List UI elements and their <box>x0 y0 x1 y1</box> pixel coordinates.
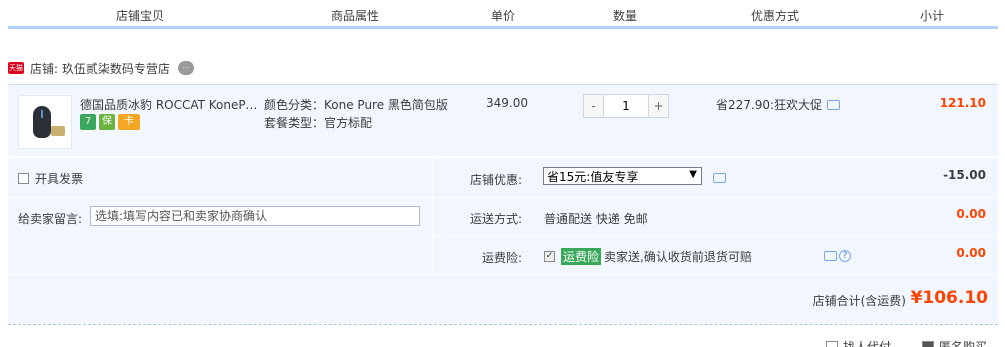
col-unit-price: 单价 <box>490 9 515 23</box>
invoice-label: 开具发票 <box>35 172 84 186</box>
seller-message-input[interactable]: 选填:填写内容已和卖家协商确认 <box>90 206 420 226</box>
shop-row: 天猫 店铺: 玖伍贰柒数码专营店 ··· <box>8 58 194 78</box>
row-divider <box>432 235 998 236</box>
unit-price: 349.00 <box>486 96 528 110</box>
tmall-badge-icon: 天猫 <box>8 62 24 74</box>
promotion: 省227.90:狂欢大促 <box>716 96 841 113</box>
dropdown-arrow-icon: ▼ <box>689 169 697 180</box>
promo-comment-icon[interactable] <box>827 99 841 110</box>
shop-discount-amount: -15.00 <box>943 168 986 182</box>
message-label: 给卖家留言: <box>18 212 83 226</box>
shipping-amount: 0.00 <box>956 207 986 221</box>
shop-total-amount: ¥106.10 <box>910 288 988 308</box>
order-options: 开具发票 给卖家留言: 选填:填写内容已和卖家协商确认 店铺优惠: 省15元:值… <box>8 158 998 274</box>
invoice-option[interactable]: 开具发票 <box>18 170 83 187</box>
col-quantity: 数量 <box>612 9 637 23</box>
insurance-amount: 0.00 <box>956 246 986 260</box>
shop-name[interactable]: 店铺: 玖伍贰柒数码专营店 <box>30 60 170 77</box>
shop-total-row: 店铺合计(含运费) ¥106.10 <box>8 275 998 323</box>
dashed-divider <box>8 324 998 325</box>
shop-discount-select[interactable]: 省15元:值友专享 ▼ <box>543 167 702 185</box>
col-shop-item: 店铺宝贝 <box>115 9 164 23</box>
attr-color: 颜色分类：Kone Pure 黑色简包版 <box>264 98 448 112</box>
col-attributes: 商品属性 <box>330 9 379 23</box>
shipping-method: 普通配送 快递 免邮 <box>544 212 648 226</box>
col-discount: 优惠方式 <box>750 9 799 23</box>
promotion-text: 省227.90:狂欢大促 <box>716 98 823 112</box>
anonymous-option[interactable]: 匿名购买 <box>922 338 987 347</box>
discount-comment-icon[interactable] <box>713 173 726 183</box>
accessory-image-icon <box>51 126 65 136</box>
insurance-checkbox[interactable]: ✓ <box>544 251 555 262</box>
insurance-comment-icon[interactable] <box>824 251 837 261</box>
column-header: 店铺宝贝 商品属性 单价 数量 优惠方式 小计 <box>0 0 1005 28</box>
warranty-icon[interactable]: 保 <box>99 114 115 130</box>
seven-day-return-icon[interactable]: 7 <box>80 114 96 130</box>
cart-item-row: 德国品质冰豹 ROCCAT KonePure 游戏鼠标 7 保 卡 颜色分类：K… <box>8 84 998 156</box>
insurance-text: 卖家送,确认收货前退货可赔 <box>604 250 752 264</box>
anonymous-label: 匿名购买 <box>939 340 988 347</box>
product-title[interactable]: 德国品质冰豹 ROCCAT KonePure 游戏鼠标 <box>80 96 265 113</box>
shop-discount-label: 店铺优惠: <box>469 173 522 187</box>
anonymous-checkbox[interactable] <box>922 340 934 347</box>
shipping-label: 运送方式: <box>469 212 522 226</box>
credit-card-icon[interactable]: 卡 <box>118 114 140 130</box>
product-thumbnail[interactable] <box>18 95 72 149</box>
insurance-option: ✓ 运费险 卖家送,确认收货前退货可赔 <box>544 248 752 265</box>
attr-package: 套餐类型：官方标配 <box>264 116 373 130</box>
insurance-label: 运费险: <box>481 251 522 265</box>
shop-discount-value: 省15元:值友专享 <box>547 169 639 184</box>
invoice-checkbox[interactable] <box>18 173 29 184</box>
qty-plus-button[interactable]: + <box>648 94 669 118</box>
service-icons: 7 保 卡 <box>80 114 143 130</box>
options-divider <box>432 158 433 274</box>
item-subtotal: 121.10 <box>939 96 986 110</box>
col-subtotal: 小计 <box>919 9 944 23</box>
header-divider <box>8 26 998 29</box>
insurance-tag: 运费险 <box>561 248 602 265</box>
quantity-stepper: - 1 + <box>583 94 669 118</box>
proxy-pay-checkbox[interactable] <box>826 340 838 347</box>
shop-total-label: 店铺合计(含运费) <box>812 294 906 308</box>
proxy-pay-label: 找人代付 <box>843 340 892 347</box>
row-divider <box>8 197 432 198</box>
mouse-image-icon <box>33 106 51 138</box>
row-divider <box>432 197 998 198</box>
proxy-pay-option[interactable]: 找人代付 <box>826 338 891 347</box>
chat-bubble-icon[interactable]: ··· <box>177 61 194 75</box>
help-icon[interactable]: ? <box>839 250 851 262</box>
insurance-icons: ? <box>824 250 851 262</box>
qty-minus-button[interactable]: - <box>583 94 604 118</box>
qty-input[interactable]: 1 <box>604 94 648 118</box>
